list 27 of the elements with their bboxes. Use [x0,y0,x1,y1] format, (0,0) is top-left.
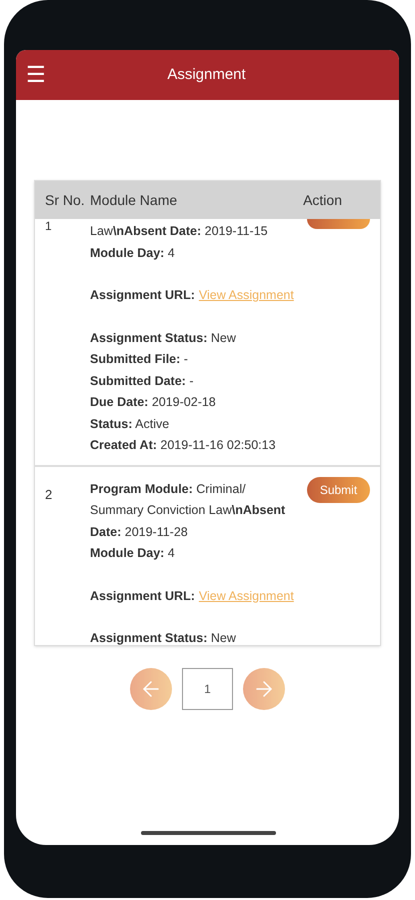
detail-text: Due Date: 2019-02-18 [90,394,217,411]
previous-page-button[interactable] [130,668,172,710]
menu-icon[interactable]: ☰ [26,64,46,86]
next-page-button[interactable] [243,668,285,710]
submit-button[interactable]: Submit [307,476,370,502]
detail-label: Assignment URL: [90,287,195,304]
detail-text: Assignment Status: New [90,330,237,347]
detail-text: Submitted Date: - [90,372,194,390]
submit-button[interactable] [307,219,370,229]
view-assignment-link[interactable]: View Assignment [198,285,294,306]
column-header: Sr No. [44,190,86,210]
detail-text: Submitted File: - [90,351,189,368]
page-number: 1 [182,668,233,710]
detail-text: Module Day: 4 [90,244,176,262]
detail-text: Program Module: Criminal/ Summary Conviction Law\nAbsent Date: 2019-11-28 [90,480,286,540]
detail-text: Assignment Status: New [90,630,237,645]
column-header: Action [303,190,343,210]
detail-text: Created At: 2019-11-16 02:50:13 [90,437,277,454]
detail-text: Law\nAbsent Date: 2019-11-15 [90,223,269,240]
view-assignment-link[interactable]: View Assignment [198,586,294,607]
detail-label: Assignment URL: [90,588,195,605]
column-header: Module Name [90,190,178,210]
serial-number: 2 [44,486,54,504]
detail-text: Status: Active [90,416,170,432]
page-title: Assignment [166,64,247,85]
serial-number: 1 [44,219,53,235]
detail-text: Module Day: 4 [90,545,176,562]
